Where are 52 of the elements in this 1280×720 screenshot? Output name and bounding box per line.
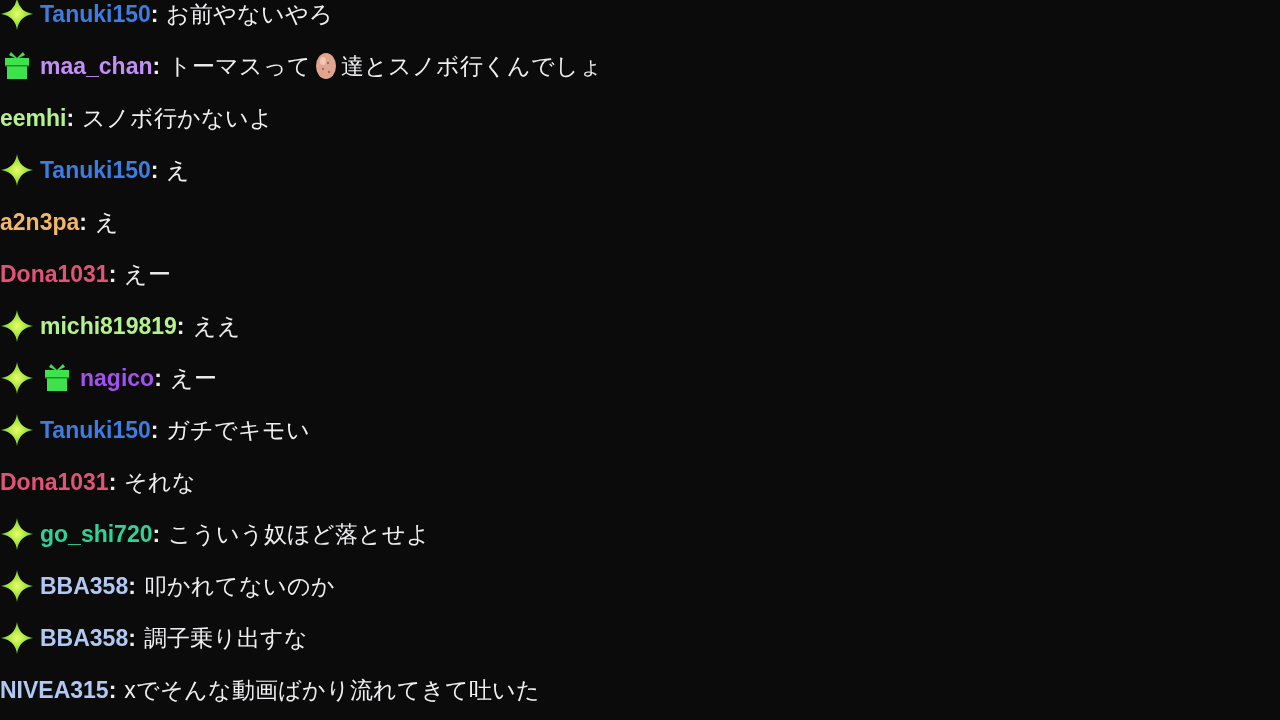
colon: : — [150, 0, 159, 29]
colon: : — [108, 467, 117, 497]
colon: : — [176, 311, 185, 341]
sparkle-icon — [0, 569, 34, 603]
username[interactable]: BBA358 — [40, 620, 129, 656]
message-text: えー — [169, 363, 217, 393]
sparkle-icon — [0, 309, 34, 343]
colon: : — [66, 103, 75, 133]
message-text: えー — [124, 259, 172, 289]
username[interactable]: michi819819 — [40, 308, 177, 344]
colon: : — [152, 519, 161, 549]
username[interactable]: Tanuki150 — [40, 412, 151, 448]
message-text: ええ — [192, 311, 241, 341]
username[interactable]: Tanuki150 — [40, 152, 151, 188]
message-text: え — [166, 155, 191, 185]
username[interactable]: maa_chan — [40, 48, 153, 84]
username[interactable]: BBA358 — [40, 568, 129, 604]
message-text: 調子乗り出すな — [143, 623, 308, 653]
colon: : — [150, 155, 159, 185]
username[interactable]: a2n3pa — [0, 204, 80, 240]
message-text: トーマスって — [168, 51, 312, 81]
message-text: スノボ行かないよ — [82, 103, 274, 133]
colon: : — [108, 259, 117, 289]
colon: : — [128, 623, 136, 653]
sparkle-icon — [0, 413, 34, 447]
username[interactable]: Tanuki150 — [40, 0, 151, 32]
username[interactable]: go_shi720 — [40, 516, 153, 552]
sparkle-icon — [0, 361, 34, 395]
message-text: ガチでキモい — [166, 415, 311, 445]
username[interactable]: eemhi — [0, 100, 67, 136]
colon: : — [154, 363, 162, 393]
username[interactable]: nagico — [80, 360, 155, 396]
colon: : — [152, 51, 161, 81]
message-text: こういう奴ほど落とせよ — [168, 519, 431, 549]
sparkle-icon — [0, 153, 34, 187]
message-text: お前やないやろ — [166, 0, 334, 29]
sparkle-icon — [0, 621, 34, 655]
potato-icon — [314, 51, 339, 81]
username[interactable]: Dona1031 — [0, 256, 109, 292]
username[interactable]: NIVEA315 — [0, 672, 109, 708]
colon: : — [128, 571, 136, 601]
colon: : — [108, 675, 117, 705]
colon: : — [79, 207, 87, 237]
message-text: それな — [124, 467, 197, 497]
message-text: え — [94, 207, 119, 237]
message-text: 達とスノボ行くんでしょ — [341, 51, 604, 81]
colon: : — [150, 415, 159, 445]
message-text: xでそんな動画ばかり流れてきて吐いた — [124, 675, 540, 705]
message-text: 叩かれてないのか — [143, 571, 335, 601]
username[interactable]: Dona1031 — [0, 464, 109, 500]
sparkle-icon — [0, 0, 34, 31]
sparkle-icon — [0, 517, 34, 551]
